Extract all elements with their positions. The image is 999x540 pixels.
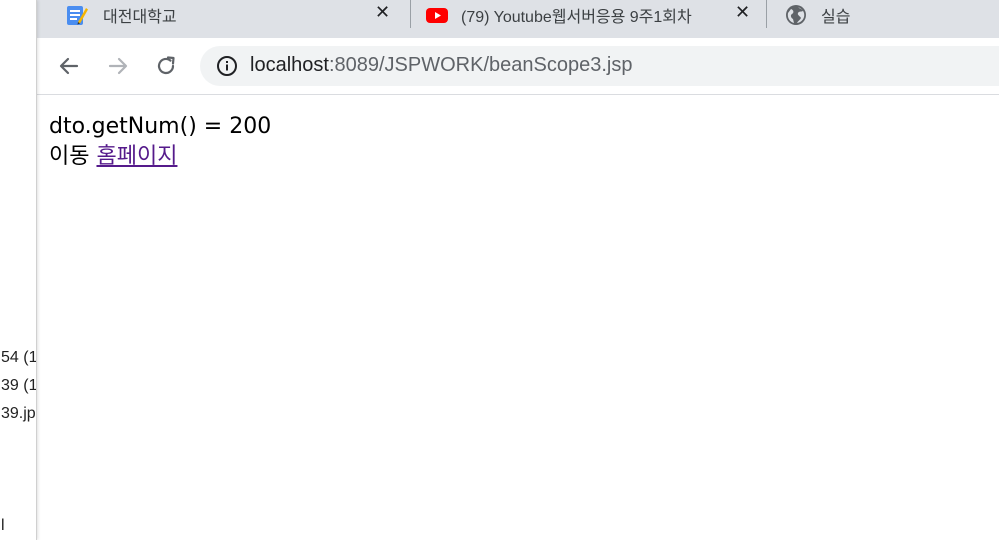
tab-title: (79) Youtube웹서버응용 9주1회차 (461, 9, 692, 26)
youtube-icon (425, 3, 449, 27)
move-line: 이동 홈페이지 (49, 142, 271, 172)
tab-bar: 대전대학교 ✕ (79) Youtube웹서버응용 9주1회차 ✕ 실습 (37, 0, 999, 38)
background-text-fragment: l (1, 517, 5, 534)
tab-title: 실습 (821, 9, 851, 26)
homepage-link[interactable]: 홈페이지 (96, 144, 177, 169)
tab-separator (410, 0, 411, 28)
background-text-fragment: 39.jp (1, 405, 36, 422)
globe-icon (785, 4, 807, 26)
notepad-icon (65, 3, 89, 27)
tab-title: 대전대학교 (103, 9, 177, 26)
forward-arrow-icon (108, 57, 128, 75)
info-icon[interactable] (216, 55, 238, 77)
url-path: :8089/JSPWORK/beanScope3.jsp (328, 54, 633, 76)
forward-button[interactable] (102, 50, 134, 82)
toolbar: localhost:8089/JSPWORK/beanScope3.jsp (37, 38, 999, 95)
browser-window: 대전대학교 ✕ (79) Youtube웹서버응용 9주1회차 ✕ 실습 loc… (37, 0, 999, 540)
move-label: 이동 (49, 144, 90, 169)
tab-youtube[interactable]: (79) Youtube웹서버응용 9주1회차 ✕ (425, 0, 765, 30)
tab-practice[interactable]: 실습 (785, 0, 985, 30)
address-bar[interactable]: localhost:8089/JSPWORK/beanScope3.jsp (200, 46, 999, 86)
url-text[interactable]: localhost:8089/JSPWORK/beanScope3.jsp (250, 54, 632, 77)
close-icon[interactable]: ✕ (735, 2, 750, 23)
back-button[interactable] (53, 50, 85, 82)
background-text-fragment: 39 (1 (1, 377, 37, 394)
url-host: localhost (250, 54, 329, 76)
dto-output-line: dto.getNum() = 200 (49, 114, 272, 139)
tab-daejeon-university[interactable]: 대전대학교 ✕ (65, 0, 405, 30)
page-content: dto.getNum() = 200 이동 홈페이지 (49, 112, 271, 172)
tab-separator (766, 0, 767, 28)
close-icon[interactable]: ✕ (375, 2, 390, 23)
reload-icon (157, 56, 175, 75)
reload-button[interactable] (150, 50, 182, 82)
background-text-fragment: 54 (1 (1, 349, 37, 366)
background-window-strip: 54 (1 39 (1 39.jp l (0, 0, 37, 540)
back-arrow-icon (59, 57, 79, 75)
